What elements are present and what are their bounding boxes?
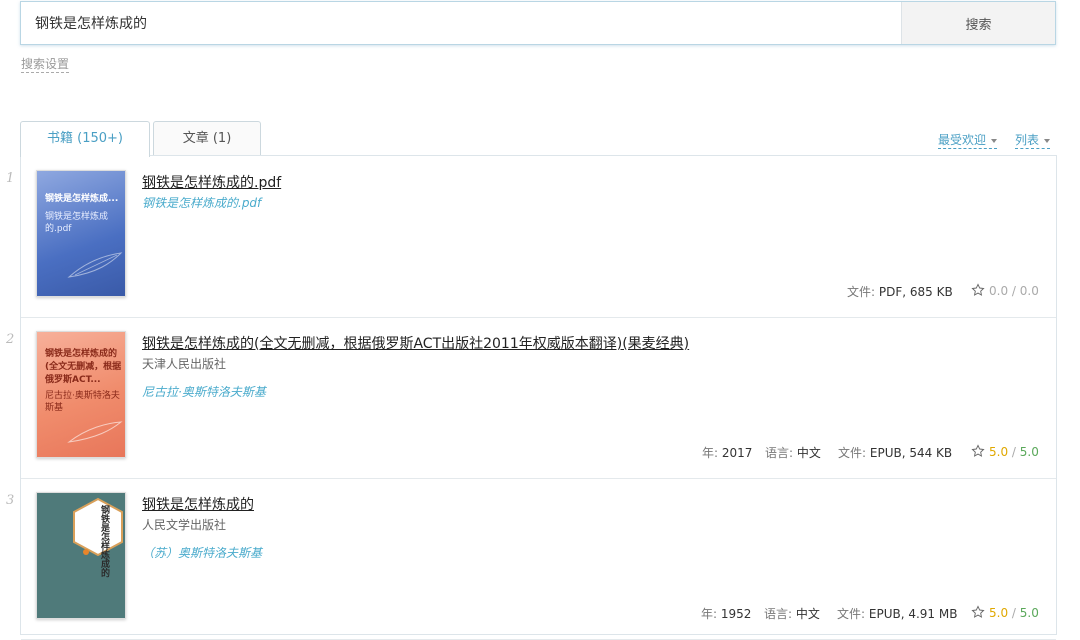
book-file-info: 文件: EPUB, 544 KB [838, 444, 952, 461]
rating-separator: / [1011, 606, 1016, 620]
book-cover[interactable]: 钢铁是怎样炼成... 钢铁是怎样炼成的.pdf [36, 170, 126, 297]
rating-separator: / [1011, 284, 1016, 298]
row-index: 1 [6, 171, 15, 186]
book-title-link[interactable]: 钢铁是怎样炼成的(全文无删减，根据俄罗斯ACT出版社2011年权威版本翻译)(果… [142, 333, 689, 353]
book-file-info: 文件: EPUB, 4.91 MB [837, 605, 957, 622]
file-label: 文件: [838, 446, 867, 460]
star-icon[interactable] [971, 444, 985, 458]
language-value: 中文 [795, 607, 820, 621]
rating-value: 5.0 [989, 606, 1009, 620]
rating-value: 5.0 [989, 445, 1009, 459]
language-value: 中文 [796, 446, 821, 460]
sort-order-label: 最受欢迎 [938, 133, 987, 147]
feather-icon [67, 421, 123, 443]
book-file-info: 文件: PDF, 685 KB [847, 283, 953, 300]
book-cover[interactable]: 钢铁是怎样炼成的(全文无删减，根据俄罗斯ACT... 尼古拉·奥斯特洛夫斯基 [36, 331, 126, 458]
cover-title: 钢铁是怎样炼成的(全文无删减，根据俄罗斯ACT... [45, 349, 122, 385]
book-author-link[interactable]: 钢铁是怎样炼成的.pdf [142, 194, 261, 211]
book-rating: 5.0 / 5.0 [971, 605, 1039, 620]
cover-title: 钢铁是怎样炼成... [45, 194, 119, 204]
tab-articles[interactable]: 文章 (1) [153, 121, 261, 156]
result-row: 1 钢铁是怎样炼成... 钢铁是怎样炼成的.pdf 钢铁是怎样炼成的.pdf 钢… [6, 156, 1056, 318]
rating-max: 5.0 [1019, 606, 1039, 620]
tab-books[interactable]: 书籍 (150+) [20, 121, 150, 157]
rating-max: 0.0 [1019, 284, 1039, 298]
cover-subtitle: 尼古拉·奥斯特洛夫斯基 [45, 391, 120, 413]
star-icon[interactable] [971, 605, 985, 619]
search-input[interactable] [21, 2, 901, 44]
file-value: EPUB, 4.91 MB [868, 607, 958, 621]
feather-icon [67, 252, 123, 278]
file-label: 文件: [837, 607, 866, 621]
search-settings-link[interactable]: 搜索设置 [21, 56, 70, 73]
year-value: 1952 [720, 607, 752, 621]
file-value: PDF, 685 KB [878, 285, 953, 299]
sort-order-dropdown[interactable]: 最受欢迎 [938, 132, 998, 149]
search-bar: 搜索 [20, 1, 1056, 45]
view-mode-label: 列表 [1015, 133, 1040, 147]
book-year: 年: 2017 [702, 444, 752, 461]
rating-value: 0.0 [989, 284, 1009, 298]
rating-separator: / [1011, 445, 1016, 459]
book-publisher: 天津人民出版社 [142, 357, 227, 371]
cover-title: 钢铁是怎样炼成的 [99, 505, 109, 577]
result-row: 3 钢铁是怎样炼成的 钢铁是怎样炼成的 人民文学出版社 （苏）奥斯特洛夫斯基 年… [6, 478, 1056, 640]
book-title-link[interactable]: 钢铁是怎样炼成的.pdf [142, 172, 281, 192]
book-rating: 5.0 / 5.0 [971, 444, 1039, 459]
search-button[interactable]: 搜索 [901, 2, 1055, 44]
star-icon[interactable] [971, 283, 985, 297]
year-label: 年: [701, 607, 718, 621]
file-value: EPUB, 544 KB [869, 446, 953, 460]
chevron-down-icon [1044, 138, 1051, 143]
book-language: 语言: 中文 [765, 444, 821, 461]
row-index: 2 [6, 332, 15, 347]
row-index: 3 [6, 493, 15, 508]
book-title-link[interactable]: 钢铁是怎样炼成的 [142, 494, 254, 514]
book-author-link[interactable]: 尼古拉·奥斯特洛夫斯基 [142, 383, 266, 400]
book-year: 年: 1952 [701, 605, 751, 622]
book-publisher: 人民文学出版社 [142, 518, 227, 532]
language-label: 语言: [764, 607, 793, 621]
book-author-link[interactable]: （苏）奥斯特洛夫斯基 [142, 544, 262, 561]
cover-subtitle: 钢铁是怎样炼成的.pdf [45, 212, 109, 234]
year-value: 2017 [721, 446, 753, 460]
chevron-down-icon [991, 138, 998, 143]
language-label: 语言: [765, 446, 794, 460]
result-list: 1 钢铁是怎样炼成... 钢铁是怎样炼成的.pdf 钢铁是怎样炼成的.pdf 钢… [6, 155, 1057, 640]
year-label: 年: [702, 446, 719, 460]
file-label: 文件: [847, 285, 876, 299]
view-mode-dropdown[interactable]: 列表 [1015, 132, 1051, 149]
book-rating: 0.0 / 0.0 [971, 283, 1039, 298]
book-cover[interactable]: 钢铁是怎样炼成的 [36, 492, 126, 619]
book-language: 语言: 中文 [764, 605, 820, 622]
orange-dot [83, 549, 89, 555]
rating-max: 5.0 [1019, 445, 1039, 459]
result-row: 2 钢铁是怎样炼成的(全文无删减，根据俄罗斯ACT... 尼古拉·奥斯特洛夫斯基… [6, 317, 1056, 479]
